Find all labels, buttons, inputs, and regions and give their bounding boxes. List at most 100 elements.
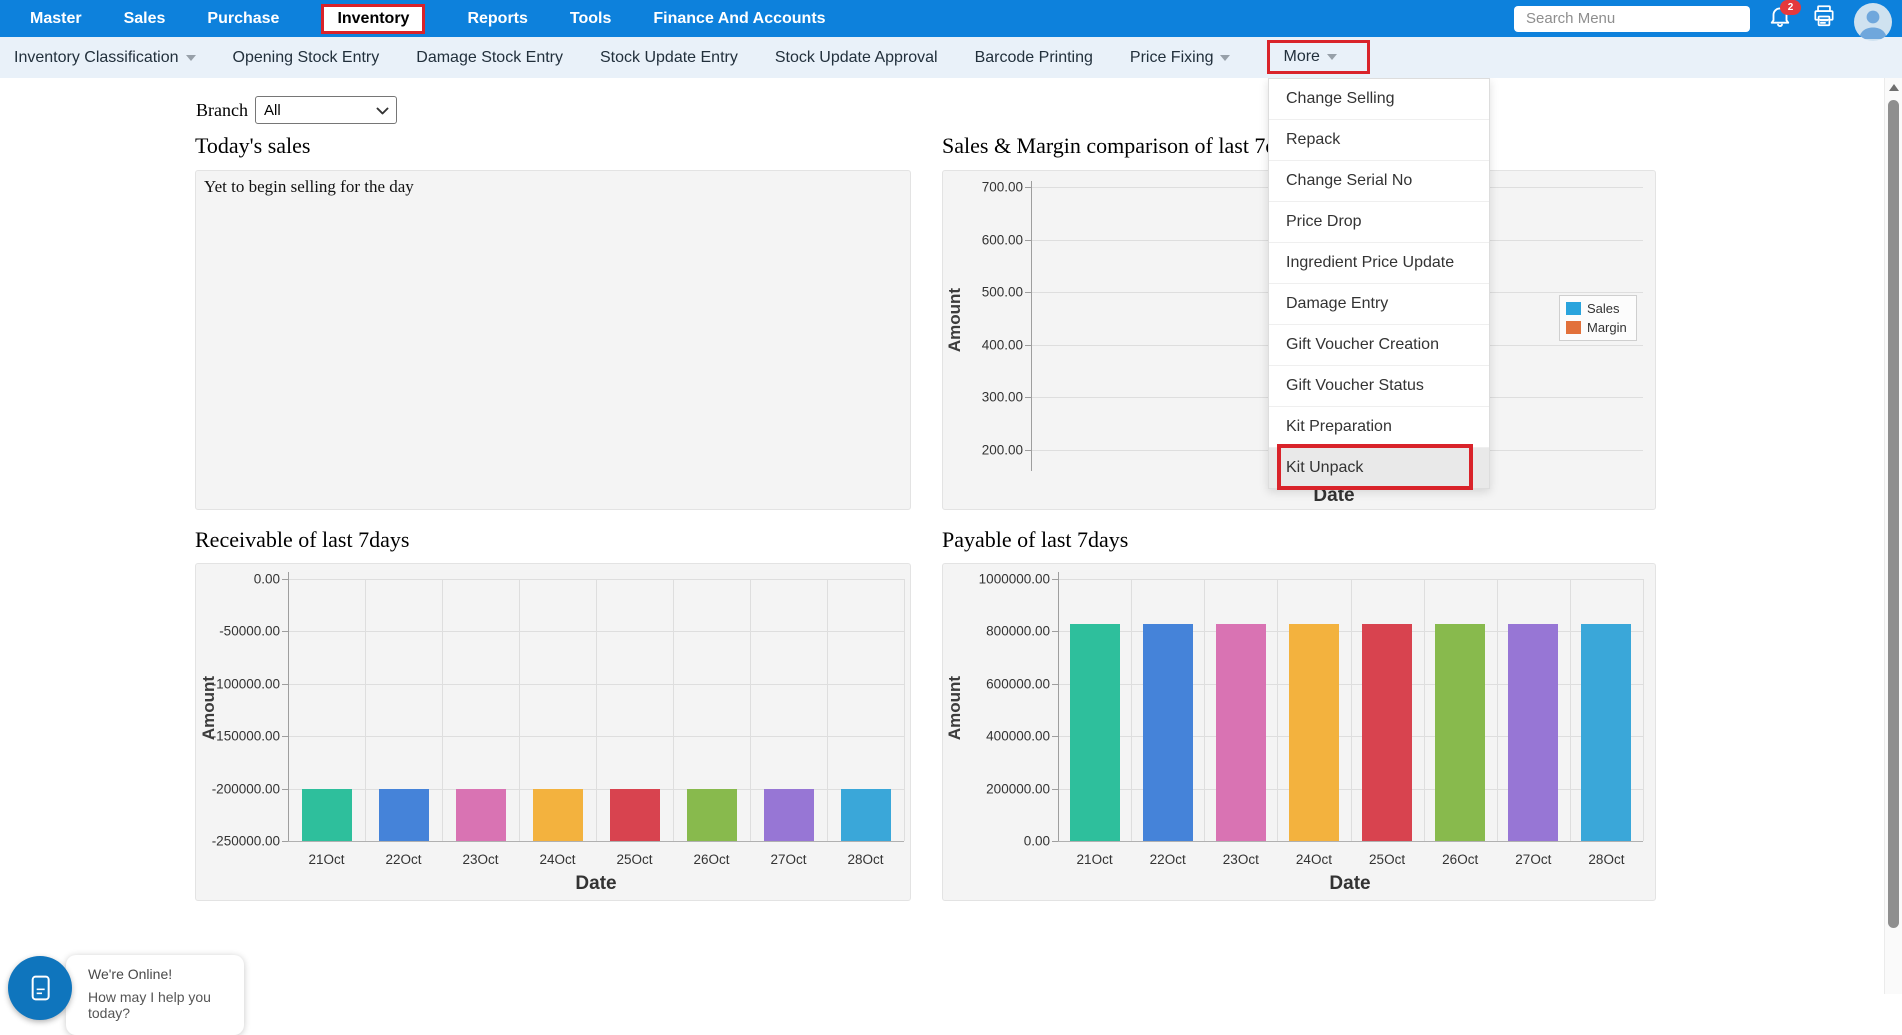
menu-item-damage-entry[interactable]: Damage Entry bbox=[1269, 283, 1489, 324]
bar-22oct bbox=[379, 789, 429, 841]
bar-28oct bbox=[1581, 624, 1631, 841]
payable-chart: 1000000.00800000.00600000.00400000.00200… bbox=[942, 563, 1656, 901]
menu-item-gift-voucher-status[interactable]: Gift Voucher Status bbox=[1269, 365, 1489, 406]
subnav-item-label: Inventory Classification bbox=[14, 49, 179, 67]
gridline bbox=[1643, 579, 1644, 841]
x-tick-label: 27Oct bbox=[770, 852, 806, 867]
subnav-item-label: Opening Stock Entry bbox=[233, 49, 380, 67]
menu-item-change-serial-no[interactable]: Change Serial No bbox=[1269, 160, 1489, 201]
bar-25oct bbox=[610, 789, 660, 841]
bar-23oct bbox=[456, 789, 506, 841]
menu-item-repack[interactable]: Repack bbox=[1269, 119, 1489, 160]
bar-21oct bbox=[302, 789, 352, 841]
gridline bbox=[827, 579, 828, 841]
x-tick-label: 28Oct bbox=[1588, 852, 1624, 867]
bar-26oct bbox=[1435, 624, 1485, 841]
menu-item-price-drop[interactable]: Price Drop bbox=[1269, 201, 1489, 242]
chat-status-bubble[interactable]: We're Online! How may I help you today? bbox=[66, 955, 244, 1035]
notification-badge: 2 bbox=[1780, 0, 1801, 15]
gridline bbox=[1424, 579, 1425, 841]
notifications-button[interactable]: 2 bbox=[1766, 5, 1794, 33]
gridline bbox=[596, 579, 597, 841]
gridline bbox=[1570, 579, 1571, 841]
y-tick-label: 400.00 bbox=[923, 337, 1023, 352]
gridline bbox=[1351, 579, 1352, 841]
bar-27oct bbox=[764, 789, 814, 841]
y-tick-label: 600.00 bbox=[923, 232, 1023, 247]
subnav-item-inventory-classification[interactable]: Inventory Classification bbox=[14, 49, 196, 67]
gridline bbox=[1131, 579, 1132, 841]
topnav-item-master[interactable]: Master bbox=[30, 10, 82, 28]
scrollbar-thumb[interactable] bbox=[1888, 100, 1899, 928]
subnav-item-label: Barcode Printing bbox=[975, 49, 1093, 67]
bar-24oct bbox=[533, 789, 583, 841]
x-tick-label: 25Oct bbox=[616, 852, 652, 867]
menu-item-change-selling[interactable]: Change Selling bbox=[1269, 79, 1489, 119]
gridline bbox=[1497, 579, 1498, 841]
person-icon bbox=[1854, 3, 1892, 41]
y-axis-line bbox=[1058, 572, 1059, 841]
menu-item-kit-unpack[interactable]: Kit Unpack bbox=[1269, 447, 1489, 488]
menu-item-kit-preparation[interactable]: Kit Preparation bbox=[1269, 406, 1489, 447]
x-tick-label: 23Oct bbox=[1223, 852, 1259, 867]
subnav-item-damage-stock-entry[interactable]: Damage Stock Entry bbox=[416, 49, 563, 67]
bar-28oct bbox=[841, 789, 891, 841]
user-avatar[interactable] bbox=[1854, 3, 1892, 41]
topnav-item-purchase[interactable]: Purchase bbox=[207, 10, 279, 28]
legend-entry-margin: Margin bbox=[1566, 320, 1627, 335]
subnav-item-label: Stock Update Entry bbox=[600, 49, 738, 67]
topnav-item-sales[interactable]: Sales bbox=[124, 10, 166, 28]
x-axis-title: Date bbox=[575, 873, 616, 895]
chevron-down-icon bbox=[186, 55, 196, 61]
y-tick-label: 400000.00 bbox=[950, 729, 1050, 744]
sales-swatch bbox=[1566, 302, 1581, 315]
bar-24oct bbox=[1289, 624, 1339, 841]
branch-select[interactable]: All bbox=[255, 96, 397, 124]
y-tick-label: -50000.00 bbox=[180, 624, 280, 639]
subnav-item-barcode-printing[interactable]: Barcode Printing bbox=[975, 49, 1093, 67]
topnav-item-inventory[interactable]: Inventory bbox=[321, 4, 425, 34]
topnav-item-reports[interactable]: Reports bbox=[467, 10, 527, 28]
chat-launcher-button[interactable] bbox=[8, 956, 72, 1020]
subnav-item-label: Price Fixing bbox=[1130, 49, 1214, 67]
legend-label: Sales bbox=[1587, 301, 1620, 316]
x-axis-title: Date bbox=[1329, 873, 1370, 895]
payable-title: Payable of last 7days bbox=[942, 527, 1128, 553]
subnav-item-opening-stock-entry[interactable]: Opening Stock Entry bbox=[233, 49, 380, 67]
print-button[interactable] bbox=[1810, 5, 1838, 33]
y-tick-label: -200000.00 bbox=[180, 781, 280, 796]
subnav-item-price-fixing[interactable]: Price Fixing bbox=[1130, 49, 1231, 67]
gridline bbox=[1204, 579, 1205, 841]
topnav-item-finance-and-accounts[interactable]: Finance And Accounts bbox=[653, 10, 825, 28]
menu-item-gift-voucher-creation[interactable]: Gift Voucher Creation bbox=[1269, 324, 1489, 365]
y-axis-title: Amount bbox=[945, 658, 965, 758]
x-tick-label: 21Oct bbox=[308, 852, 344, 867]
topnav-item-tools[interactable]: Tools bbox=[570, 10, 611, 28]
y-tick-label: 300.00 bbox=[923, 390, 1023, 405]
gridline bbox=[442, 579, 443, 841]
legend-label: Margin bbox=[1587, 320, 1627, 335]
chevron-down-icon bbox=[1220, 55, 1230, 61]
y-axis-line bbox=[288, 572, 289, 841]
bar-25oct bbox=[1362, 624, 1412, 841]
menu-item-ingredient-price-update[interactable]: Ingredient Price Update bbox=[1269, 242, 1489, 283]
y-tick-label: 0.00 bbox=[180, 572, 280, 587]
y-tick-label: -250000.00 bbox=[180, 834, 280, 849]
scrollbar-track[interactable] bbox=[1884, 78, 1902, 994]
topnav-right: 2 bbox=[1514, 0, 1892, 37]
x-tick-label: 21Oct bbox=[1077, 852, 1113, 867]
gridline bbox=[1277, 579, 1278, 841]
gridline bbox=[673, 579, 674, 841]
y-tick-label: 200.00 bbox=[923, 443, 1023, 458]
subnav-item-stock-update-entry[interactable]: Stock Update Entry bbox=[600, 49, 738, 67]
gridline bbox=[519, 579, 520, 841]
bar-27oct bbox=[1508, 624, 1558, 841]
y-tick-label: 500.00 bbox=[923, 285, 1023, 300]
scroll-up-arrow-icon[interactable] bbox=[1889, 84, 1899, 91]
x-tick-label: 26Oct bbox=[1442, 852, 1478, 867]
search-input[interactable] bbox=[1514, 6, 1750, 32]
y-axis-title: Amount bbox=[199, 658, 219, 758]
subnav-item-more[interactable]: More bbox=[1267, 40, 1369, 74]
y-tick-label: 700.00 bbox=[923, 180, 1023, 195]
subnav-item-stock-update-approval[interactable]: Stock Update Approval bbox=[775, 49, 938, 67]
